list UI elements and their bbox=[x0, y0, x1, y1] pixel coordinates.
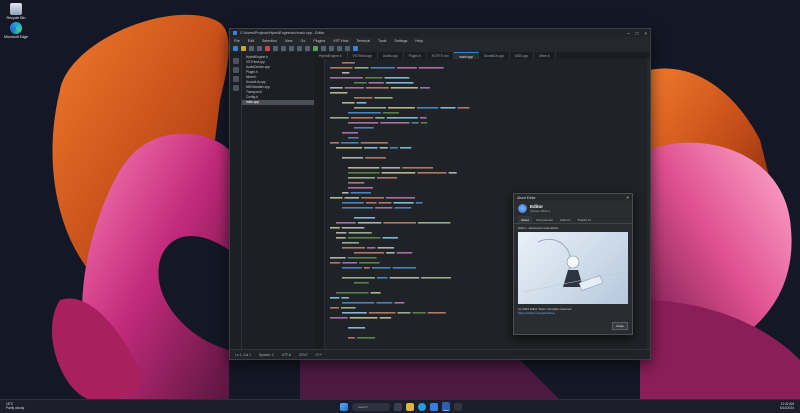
store-icon[interactable] bbox=[430, 402, 438, 411]
paste-icon[interactable] bbox=[289, 45, 294, 51]
status-bar: Ln 1, Col 1 Spaces: 4 UTF-8 CRLF C++ bbox=[230, 349, 650, 359]
app-icon bbox=[233, 31, 237, 35]
about-tabs: About Components Authors Thanks To bbox=[514, 216, 632, 224]
edge-icon[interactable] bbox=[418, 402, 426, 411]
tab-file[interactable]: MIDI.cpp bbox=[510, 52, 535, 59]
sidebar-icon-rail bbox=[230, 52, 242, 350]
undo-icon[interactable] bbox=[297, 45, 302, 51]
file-explorer-icon[interactable] bbox=[406, 402, 414, 411]
desktop-icon-label: Microsoft Edge bbox=[4, 35, 28, 39]
menu-help[interactable]: Help bbox=[415, 39, 422, 43]
tab-file[interactable]: NOTES.md bbox=[427, 52, 455, 59]
editor-tabs: HybridEngine.h VSTHost.cpp Audio.cpp Plu… bbox=[314, 52, 650, 59]
save-all-icon[interactable] bbox=[257, 45, 262, 51]
task-view-icon[interactable] bbox=[394, 402, 402, 411]
search-icon[interactable] bbox=[232, 67, 239, 73]
about-dialog[interactable]: About Editor × Editor Version 2024.1 Abo… bbox=[513, 193, 633, 335]
cut-icon[interactable] bbox=[273, 45, 278, 51]
weather-text: Partly cloudy bbox=[6, 406, 25, 410]
tab-thanks[interactable]: Thanks To bbox=[574, 216, 594, 223]
run-icon[interactable] bbox=[313, 45, 318, 51]
file-item-selected[interactable]: main.cpp bbox=[242, 100, 314, 105]
save-icon[interactable] bbox=[249, 45, 254, 51]
tab-file[interactable]: Mixer.h bbox=[534, 52, 556, 59]
recycle-bin-icon bbox=[10, 3, 22, 15]
desktop-icon-label: Recycle Bin bbox=[6, 16, 26, 20]
menu-terminal[interactable]: Terminal bbox=[356, 39, 370, 43]
app-version: Version 2024.1 bbox=[530, 209, 551, 213]
close-button[interactable]: Close bbox=[612, 322, 628, 330]
menu-view[interactable]: View bbox=[285, 39, 293, 43]
editor-taskbar-icon[interactable] bbox=[442, 402, 450, 411]
open-folder-icon[interactable] bbox=[241, 45, 246, 51]
menu-selection[interactable]: Selection bbox=[262, 39, 277, 43]
tab-components[interactable]: Components bbox=[533, 216, 556, 223]
tab-file[interactable]: Audio.cpp bbox=[378, 52, 404, 59]
tab-about[interactable]: About bbox=[518, 216, 532, 223]
taskbar-apps: Search bbox=[340, 402, 462, 411]
tab-file[interactable]: HybridEngine.h bbox=[314, 52, 348, 59]
find-icon[interactable] bbox=[321, 45, 326, 51]
about-note: (c) 2024 Editor Team. All rights reserve… bbox=[514, 304, 632, 315]
menu-vst-host[interactable]: VST Host bbox=[333, 39, 348, 43]
indentation[interactable]: Spaces: 4 bbox=[259, 353, 274, 357]
tab-file[interactable]: Plugin.h bbox=[404, 52, 427, 59]
replace-icon[interactable] bbox=[329, 45, 334, 51]
copy-icon[interactable] bbox=[281, 45, 286, 51]
minimize-icon[interactable]: – bbox=[627, 31, 630, 36]
editor-titlebar[interactable]: C:\Users\Projects\HybridEngine\src\main.… bbox=[230, 29, 650, 37]
splash-image bbox=[518, 232, 628, 304]
zoom-in-icon[interactable] bbox=[337, 45, 342, 51]
desktop-icon-recycle-bin[interactable]: Recycle Bin bbox=[3, 3, 29, 20]
menu-edit[interactable]: Edit bbox=[248, 39, 254, 43]
git-icon[interactable] bbox=[232, 76, 239, 82]
taskbar: 18°C Partly cloudy Search 11:42 AM 5/14/… bbox=[0, 399, 800, 413]
debug-icon[interactable] bbox=[232, 85, 239, 91]
explorer-icon[interactable] bbox=[232, 58, 239, 64]
desktop-icon-edge[interactable]: Microsoft Edge bbox=[3, 22, 29, 39]
zoom-out-icon[interactable] bbox=[345, 45, 350, 51]
menu-bar: File Edit Selection View Go Plugins VST … bbox=[230, 37, 650, 44]
about-header: Editor Version 2024.1 bbox=[514, 201, 632, 216]
redo-icon[interactable] bbox=[305, 45, 310, 51]
language-mode[interactable]: C++ bbox=[316, 353, 322, 357]
start-icon[interactable] bbox=[340, 402, 348, 411]
tab-file[interactable]: SoundLib.cpp bbox=[479, 52, 510, 59]
tab-file[interactable]: VSTHost.cpp bbox=[348, 52, 378, 59]
terminal-icon[interactable] bbox=[454, 402, 462, 411]
about-caption: Editor - Advanced Code Editor bbox=[518, 226, 559, 230]
clock-date: 5/14/2024 bbox=[779, 406, 794, 410]
weather-widget[interactable]: 18°C Partly cloudy bbox=[6, 402, 24, 410]
tab-authors[interactable]: Authors bbox=[557, 216, 573, 223]
menu-settings[interactable]: Settings bbox=[394, 39, 407, 43]
cursor-position[interactable]: Ln 1, Col 1 bbox=[235, 353, 251, 357]
about-titlebar[interactable]: About Editor × bbox=[514, 194, 632, 201]
maximize-icon[interactable]: □ bbox=[636, 31, 639, 36]
file-explorer: HybridEngine.h VSTHost.cpp AudioDevice.c… bbox=[230, 52, 315, 350]
close-icon[interactable]: × bbox=[626, 195, 629, 200]
encoding[interactable]: UTF-8 bbox=[282, 353, 291, 357]
about-title: About Editor bbox=[517, 195, 536, 200]
menu-go[interactable]: Go bbox=[301, 39, 306, 43]
edge-icon bbox=[10, 22, 22, 34]
menu-plugins[interactable]: Plugins bbox=[313, 39, 325, 43]
tab-file-active[interactable]: main.cpp bbox=[454, 52, 479, 59]
scrollbar[interactable] bbox=[647, 59, 650, 350]
settings-icon[interactable] bbox=[353, 45, 358, 51]
menu-file[interactable]: File bbox=[234, 39, 240, 43]
menu-tools[interactable]: Tools bbox=[378, 39, 386, 43]
website-link[interactable]: https://editor.example/about bbox=[518, 311, 628, 315]
window-title: C:\Users\Projects\HybridEngine\src\main.… bbox=[240, 31, 325, 35]
search-box[interactable]: Search bbox=[352, 402, 390, 411]
line-ending[interactable]: CRLF bbox=[299, 353, 308, 357]
system-tray[interactable]: 11:42 AM 5/14/2024 bbox=[780, 402, 794, 410]
new-file-icon[interactable] bbox=[233, 45, 238, 51]
close-icon[interactable]: × bbox=[644, 31, 647, 36]
line-number-gutter bbox=[314, 59, 325, 350]
close-file-icon[interactable] bbox=[265, 45, 270, 51]
file-list: HybridEngine.h VSTHost.cpp AudioDevice.c… bbox=[242, 52, 314, 350]
app-logo bbox=[518, 204, 527, 213]
